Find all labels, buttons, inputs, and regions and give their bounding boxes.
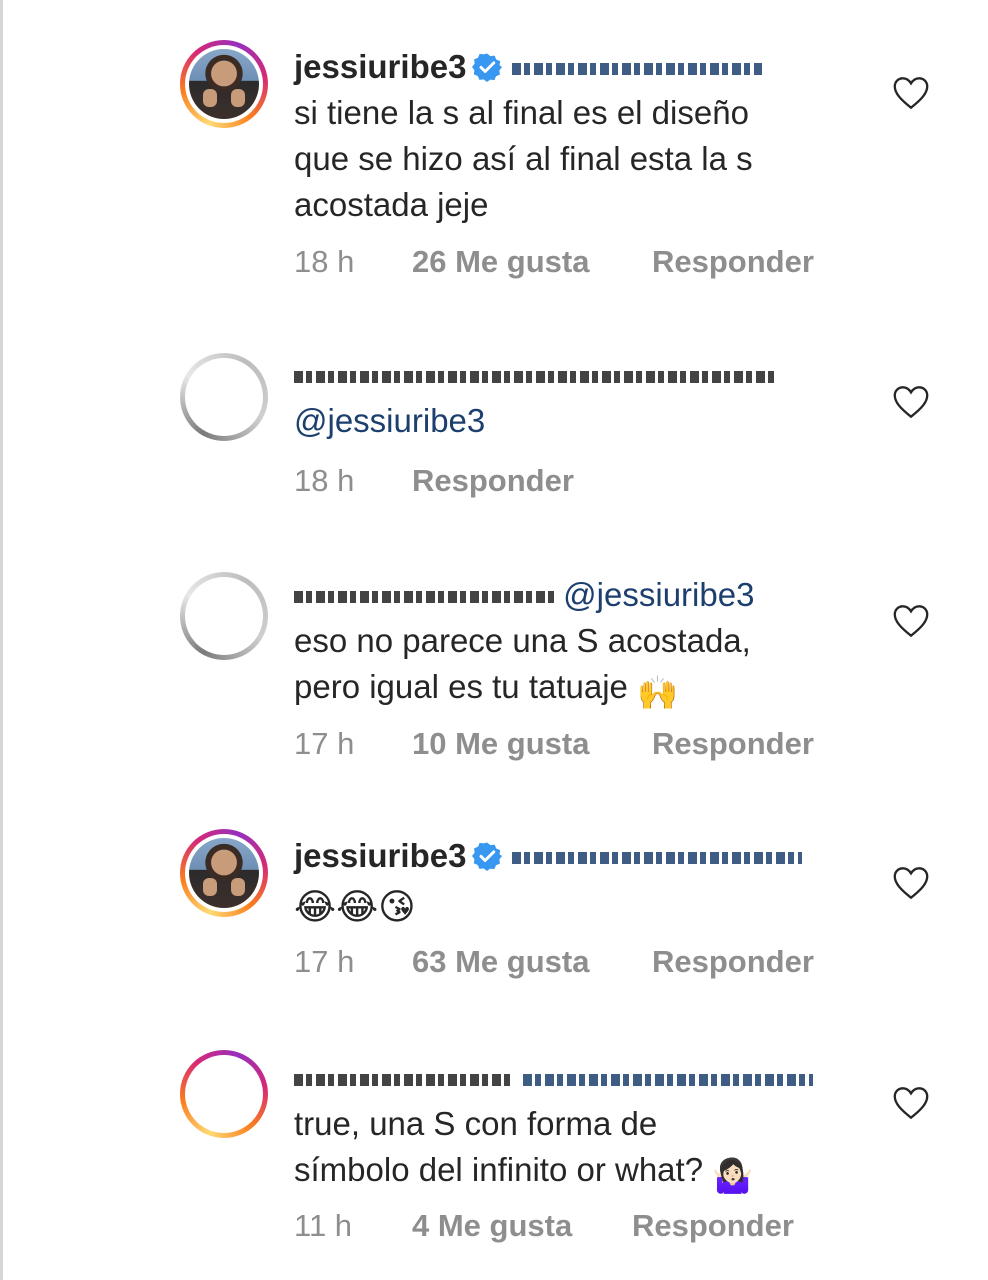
verified-badge-icon — [472, 53, 503, 82]
masked-mention[interactable] — [523, 1074, 814, 1087]
laughing-kiss-emojis: 😂😂😘 — [294, 886, 416, 927]
comment-time: 18 h — [294, 463, 355, 498]
heart-outline-icon[interactable] — [892, 1086, 930, 1120]
heart-outline-icon[interactable] — [892, 76, 930, 110]
comment-likes[interactable]: 10 Me gusta — [412, 726, 589, 762]
masked-username[interactable] — [294, 591, 554, 604]
comment-time: 18 h — [294, 244, 355, 279]
masked-mention[interactable] — [512, 852, 803, 865]
profile-photo — [189, 49, 259, 119]
reply-button[interactable]: Responder — [652, 726, 814, 762]
comment-text-line: que se hizo así al final esta la s — [294, 140, 753, 177]
comment-time: 11 h — [294, 1208, 353, 1243]
comment-likes[interactable]: 26 Me gusta — [412, 244, 589, 280]
comment-likes[interactable]: 63 Me gusta — [412, 944, 589, 980]
comment-text-line: true, una S con forma de — [294, 1105, 658, 1142]
comment-time: 17 h — [294, 726, 355, 761]
heart-outline-icon[interactable] — [892, 866, 930, 900]
comment-likes[interactable]: 4 Me gusta — [412, 1208, 572, 1244]
masked-username[interactable] — [294, 371, 774, 384]
reply-button[interactable]: Responder — [632, 1208, 794, 1244]
reply-button[interactable]: Responder — [412, 463, 574, 499]
comment-text-line: acostada jeje — [294, 186, 489, 223]
masked-username[interactable] — [294, 1074, 514, 1087]
comment-username[interactable]: jessiuribe3 — [294, 48, 466, 85]
reply-mention[interactable]: @jessiuribe3 — [563, 576, 754, 613]
heart-outline-icon[interactable] — [892, 604, 930, 638]
comment-text-line: pero igual es tu tatuaje — [294, 668, 628, 705]
profile-photo — [189, 838, 259, 908]
reply-button[interactable]: Responder — [652, 944, 814, 980]
comment-username[interactable]: jessiuribe3 — [294, 837, 466, 874]
left-edge-rule — [0, 0, 3, 1280]
heart-outline-icon[interactable] — [892, 385, 930, 419]
avatar[interactable] — [180, 572, 268, 660]
avatar[interactable] — [180, 1050, 268, 1138]
comment-text-line[interactable]: @jessiuribe3 — [294, 398, 854, 444]
avatar[interactable] — [180, 829, 268, 917]
reply-button[interactable]: Responder — [652, 244, 814, 280]
comment-text-line: si tiene la s al final es el diseño — [294, 94, 749, 131]
comment-text-line: símbolo del infinito or what? — [294, 1151, 704, 1188]
comment-text-line: eso no parece una S acostada, — [294, 622, 751, 659]
avatar[interactable] — [180, 353, 268, 441]
shrug-emoji: 🤷🏻‍♀️ — [712, 1157, 754, 1194]
raised-hands-emoji: 🙌 — [637, 674, 679, 711]
avatar[interactable] — [180, 40, 268, 128]
comment-time: 17 h — [294, 944, 355, 979]
masked-mention[interactable] — [512, 63, 763, 76]
verified-badge-icon — [472, 842, 503, 871]
